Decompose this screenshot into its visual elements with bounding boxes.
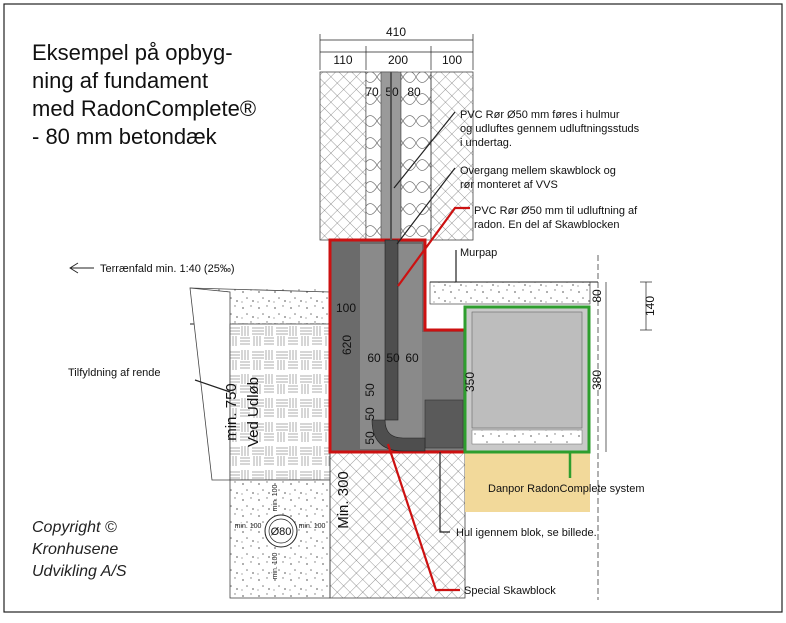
hole-through-block xyxy=(424,399,464,449)
copyright-block: Copyright © Kronhusene Udvikling A/S xyxy=(32,519,127,580)
terrain-arrow xyxy=(69,262,94,274)
title-line-2: ning af fundament xyxy=(32,68,208,93)
pvc1-line-2: og udluftes gennem udluftningsstuds xyxy=(460,123,640,135)
dim-bottom-50a: 50 xyxy=(363,431,377,445)
title-line-3: med RadonComplete® xyxy=(32,96,256,121)
dim-350: 350 xyxy=(463,372,477,392)
dim-mid-50: 50 xyxy=(386,351,400,365)
drawing-canvas: Eksempel på opbyg- ning af fundament med… xyxy=(3,3,783,613)
dim-insul-70: 70 xyxy=(365,85,379,99)
dim-mid-60a: 60 xyxy=(367,351,381,365)
foundation-detail-drawing: Eksempel på opbyg- ning af fundament med… xyxy=(0,0,786,618)
inner-brick-leaf xyxy=(430,71,474,241)
min100-bottom: min. 100 xyxy=(272,552,279,579)
pvc1-line-1: PVC Rør Ø50 mm føres i hulmur xyxy=(460,109,620,121)
dim-total-width: 410 xyxy=(386,25,406,39)
dim-380: 380 xyxy=(590,370,604,390)
dim-inner-leaf: 100 xyxy=(442,53,462,67)
pvc-pipe-vertical xyxy=(384,239,399,421)
pvc2-line-2: radon. En del af Skawblocken xyxy=(474,219,620,231)
dim-min-750: min. 750 xyxy=(223,383,240,441)
dim-block-height: 620 xyxy=(340,335,354,355)
title-line-4: - 80 mm betondæk xyxy=(32,124,218,149)
min100-left: min. 100 xyxy=(235,523,262,530)
hul-label: Hul igennem blok, se billede. xyxy=(456,527,597,539)
dim-block-side: 100 xyxy=(336,301,356,315)
dim-mid-60b: 60 xyxy=(405,351,419,365)
overgang-line-1: Overgang mellem skawblock og xyxy=(460,165,616,177)
dim-cavity: 200 xyxy=(388,53,408,67)
overgang-line-2: rør monteret af VVS xyxy=(460,179,558,191)
copyright-line-3: Udvikling A/S xyxy=(32,563,127,580)
pvc1-line-3: i undertag. xyxy=(460,137,512,149)
dim-min-300: Min. 300 xyxy=(335,471,352,529)
dim-80: 80 xyxy=(590,289,604,303)
danpor-label: Danpor RadonComplete system xyxy=(488,483,645,495)
dim-outer-leaf: 110 xyxy=(333,53,352,67)
copyright-line-2: Kronhusene xyxy=(32,541,118,558)
drawing-title: Eksempel på opbyg- ning af fundament med… xyxy=(32,40,256,149)
danpor-radoncomplete xyxy=(463,305,591,478)
dim-140: 140 xyxy=(643,296,657,316)
min100-right: min. 100 xyxy=(299,523,326,530)
drain-diameter-label: Ø80 xyxy=(271,526,292,538)
dim-bottom-50b: 50 xyxy=(363,407,377,421)
floor-screed xyxy=(429,281,591,305)
ved-udlob-label: Ved Udløb xyxy=(245,377,262,447)
terraen-label: Terrænfald min. 1:40 (25‰) xyxy=(100,263,235,275)
dim-bottom-50c: 50 xyxy=(363,383,377,397)
min100-top: min. 100 xyxy=(272,484,279,511)
pvc2-line-1: PVC Rør Ø50 mm til udluftning af xyxy=(474,205,638,217)
title-line-1: Eksempel på opbyg- xyxy=(32,40,233,65)
outer-brick-leaf xyxy=(319,71,367,241)
copyright-line-1: Copyright © xyxy=(32,519,117,536)
murpap-label: Murpap xyxy=(460,247,497,259)
dim-insul-50: 50 xyxy=(385,85,399,99)
tilfyldning-label: Tilfyldning af rende xyxy=(68,367,161,379)
dim-insul-80: 80 xyxy=(407,85,421,99)
special-skawblock-label: Special Skawblock xyxy=(464,585,556,597)
